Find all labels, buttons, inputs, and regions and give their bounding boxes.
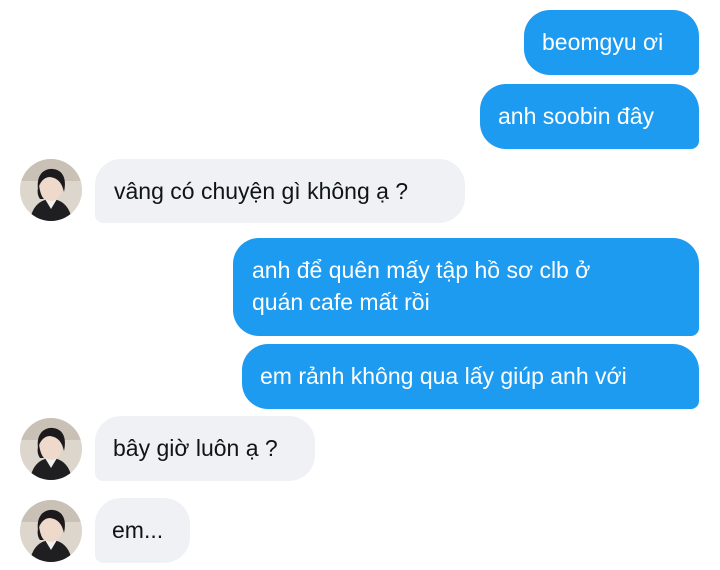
avatar-photo-icon — [20, 500, 82, 562]
message-text-line: quán cafe mất rồi — [252, 289, 430, 315]
message-text: beomgyu ơi — [542, 29, 664, 55]
avatar-photo-icon — [20, 418, 82, 480]
message-text: em... — [112, 517, 164, 543]
avatar-photo-icon — [20, 159, 82, 221]
message-text: anh soobin đây — [498, 103, 655, 129]
message-text: vâng có chuyện gì không ạ ? — [114, 178, 409, 204]
sent-message-bubble[interactable]: em rảnh không qua lấy giúp anh với — [242, 344, 699, 409]
contact-avatar[interactable] — [20, 159, 82, 221]
contact-avatar[interactable] — [20, 500, 82, 562]
received-message-bubble[interactable]: vâng có chuyện gì không ạ ? — [95, 159, 465, 223]
received-message-bubble[interactable]: bây giờ luôn ạ ? — [95, 416, 315, 481]
message-text: bây giờ luôn ạ ? — [113, 435, 278, 461]
sent-message-bubble[interactable]: anh soobin đây — [480, 84, 699, 149]
message-thread: beomgyu ơi anh soobin đây vâng có chuyện… — [0, 0, 720, 570]
message-text: em rảnh không qua lấy giúp anh với — [260, 363, 627, 389]
message-text-line: anh để quên mấy tập hồ sơ clb ở — [252, 257, 591, 283]
sent-message-bubble[interactable]: beomgyu ơi — [524, 10, 699, 75]
received-message-bubble[interactable]: em... — [95, 498, 190, 563]
contact-avatar[interactable] — [20, 418, 82, 480]
sent-message-bubble[interactable]: anh để quên mấy tập hồ sơ clb ở quán caf… — [233, 238, 699, 336]
